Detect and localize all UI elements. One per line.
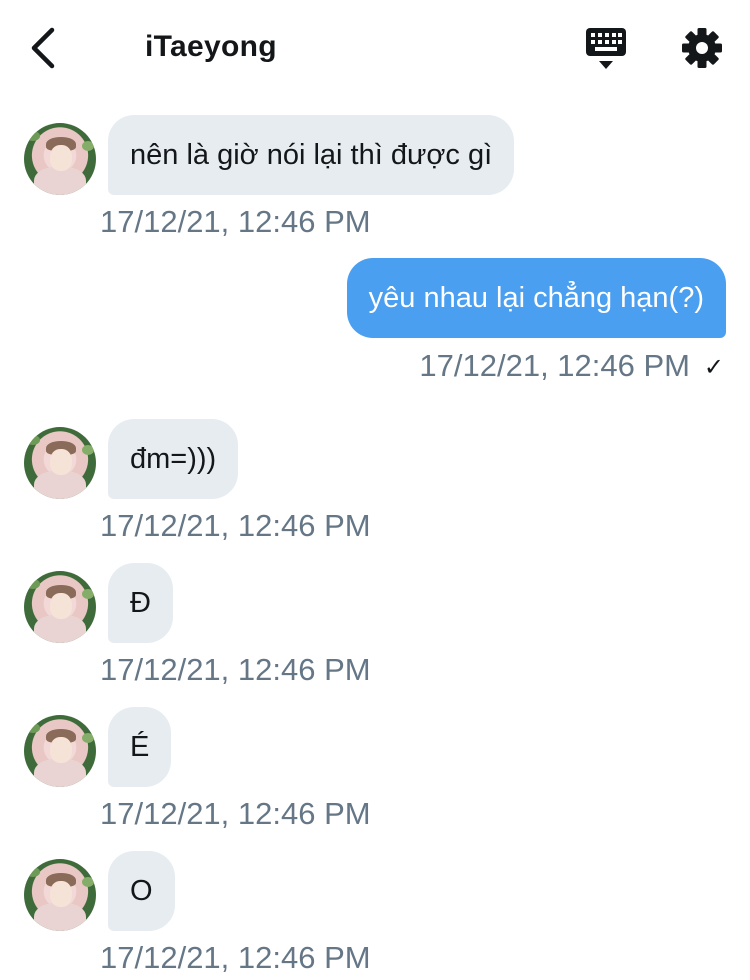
message-bubble-incoming[interactable]: đm=))): [108, 419, 239, 499]
message-bubble-incoming[interactable]: Đ: [108, 563, 173, 643]
avatar[interactable]: [24, 123, 96, 195]
message-timestamp: 17/12/21, 12:46 PM: [100, 204, 371, 239]
chevron-left-icon: [31, 27, 55, 69]
message-timestamp: 17/12/21, 12:46 PM: [100, 940, 371, 975]
message-bubble-incoming[interactable]: nên là giờ nói lại thì được gì: [108, 115, 515, 195]
conversation-header: iTaeyong: [0, 0, 750, 96]
gear-icon: [682, 28, 722, 68]
avatar[interactable]: [24, 571, 96, 643]
message-timestamp: 17/12/21, 12:46 PM: [100, 508, 371, 543]
avatar[interactable]: [24, 859, 96, 931]
message-bubble-incoming[interactable]: O: [108, 851, 175, 931]
keyboard-button[interactable]: [584, 26, 628, 72]
keyboard-icon: [586, 28, 626, 69]
message-timestamp: 17/12/21, 12:46 PM: [100, 796, 371, 831]
conversation-title: iTaeyong: [145, 30, 277, 63]
message-bubble-outgoing[interactable]: yêu nhau lại chẳng hạn(?): [346, 258, 726, 338]
avatar[interactable]: [24, 715, 96, 787]
message-timestamp: 17/12/21, 12:46 PM: [100, 652, 371, 687]
back-button[interactable]: [26, 26, 66, 70]
settings-button[interactable]: [680, 26, 724, 70]
avatar[interactable]: [24, 427, 96, 499]
message-timestamp: 17/12/21, 12:46 PM: [419, 348, 690, 383]
message-bubble-incoming[interactable]: É: [108, 707, 172, 787]
sent-check-icon: ✓: [703, 354, 724, 381]
